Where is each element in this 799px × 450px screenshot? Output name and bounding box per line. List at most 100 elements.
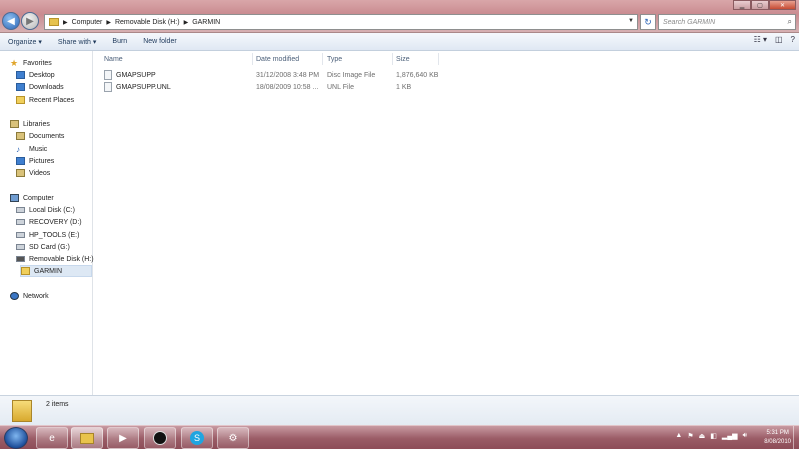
- taskbar-skype[interactable]: S: [181, 427, 213, 449]
- preview-pane-icon[interactable]: ◫: [775, 35, 783, 44]
- close-button[interactable]: ✕: [769, 0, 796, 10]
- start-button[interactable]: [4, 427, 28, 449]
- nav-documents[interactable]: Documents: [16, 130, 64, 142]
- disc-image-icon: [104, 70, 112, 80]
- videos-icon: [16, 169, 25, 177]
- item-count: 2 items: [46, 401, 69, 408]
- search-input[interactable]: Search GARMIN ⌕: [658, 14, 796, 30]
- address-dropdown-icon[interactable]: ▼: [628, 18, 634, 24]
- share-with-button[interactable]: Share with ▾: [50, 38, 105, 46]
- organize-button[interactable]: Organize ▾: [0, 38, 50, 46]
- maximize-button[interactable]: ▢: [751, 0, 769, 10]
- folder-icon: [12, 400, 32, 422]
- view-controls: ☷ ▾ ◫ ?: [754, 35, 795, 44]
- nav-favorites[interactable]: ★ Favorites: [10, 57, 52, 69]
- chevron-right-icon[interactable]: ▶: [106, 19, 111, 26]
- network-signal-icon[interactable]: ▂▄▆: [722, 432, 738, 440]
- nav-libraries[interactable]: Libraries: [10, 118, 50, 130]
- nav-garmin[interactable]: GARMIN: [20, 265, 92, 277]
- breadcrumb-garmin[interactable]: GARMIN: [192, 19, 220, 26]
- usb-drive-icon: [16, 256, 25, 262]
- window-controls: ▁ ▢ ✕: [733, 0, 796, 10]
- nav-pictures[interactable]: Pictures: [16, 155, 54, 167]
- chevron-right-icon[interactable]: ▶: [184, 19, 189, 26]
- nav-label: Network: [23, 292, 49, 300]
- refresh-button[interactable]: ↻: [640, 14, 656, 30]
- hard-drive-icon: [16, 207, 25, 213]
- search-icon[interactable]: ⌕: [788, 17, 792, 27]
- details-pane: 2 items: [0, 395, 799, 425]
- column-header-date[interactable]: Date modified: [256, 53, 299, 65]
- views-icon[interactable]: ☷ ▾: [754, 35, 767, 44]
- navigation-pane: ★ Favorites Desktop Downloads Recent Plac…: [0, 51, 94, 395]
- action-center-icon[interactable]: ⚑: [687, 432, 693, 440]
- title-bar: ◀ ▶ ▶ Computer ▶ Removable Disk (H:) ▶ G…: [0, 0, 799, 33]
- taskbar-app[interactable]: ⚙: [217, 427, 249, 449]
- column-divider[interactable]: [438, 53, 439, 65]
- nav-network[interactable]: Network: [10, 290, 49, 302]
- taskbar: e ▶ S ⚙ ▲ ⚑ ⏏ ◧ ▂▄▆ 🔊︎ 5:31 PM 8/08/2010: [0, 425, 799, 450]
- internet-explorer-icon: e: [49, 432, 55, 444]
- nav-label: Favorites: [23, 59, 52, 67]
- nav-label: GARMIN: [34, 267, 62, 275]
- new-folder-button[interactable]: New folder: [135, 38, 184, 45]
- nav-desktop[interactable]: Desktop: [16, 69, 55, 81]
- file-name: GMAPSUPP: [116, 71, 156, 79]
- nav-removable-disk[interactable]: Removable Disk (H:): [16, 253, 94, 265]
- computer-icon: [10, 194, 19, 202]
- taskbar-media-player[interactable]: ▶: [107, 427, 139, 449]
- column-divider[interactable]: [322, 53, 323, 65]
- column-header-size[interactable]: Size: [396, 53, 410, 65]
- libraries-icon: [10, 120, 19, 128]
- column-divider[interactable]: [252, 53, 253, 65]
- nav-computer[interactable]: Computer: [10, 192, 54, 204]
- taskbar-internet-explorer[interactable]: e: [36, 427, 68, 449]
- nav-downloads[interactable]: Downloads: [16, 81, 64, 93]
- clock[interactable]: 5:31 PM 8/08/2010: [764, 429, 791, 447]
- volume-icon[interactable]: 🔊︎: [743, 432, 747, 440]
- file-date: 18/08/2009 10:58 ...: [256, 83, 319, 91]
- documents-icon: [16, 132, 25, 140]
- refresh-icon: ↻: [644, 16, 652, 27]
- nav-videos[interactable]: Videos: [16, 167, 50, 179]
- back-button[interactable]: ◀: [2, 12, 20, 30]
- network-icon: [10, 292, 19, 300]
- skype-icon: S: [190, 431, 204, 445]
- column-header-name[interactable]: Name: [104, 53, 123, 65]
- table-row[interactable]: GMAPSUPP 31/12/2008 3:48 PM Disc Image F…: [94, 69, 444, 81]
- nav-label: Documents: [29, 132, 65, 140]
- folder-icon: [49, 18, 59, 26]
- folder-icon: [80, 432, 94, 444]
- nav-label: Videos: [29, 169, 51, 177]
- nav-local-disk[interactable]: Local Disk (C:): [16, 204, 75, 216]
- table-row[interactable]: GMAPSUPP.UNL 18/08/2009 10:58 ... UNL Fi…: [94, 81, 444, 93]
- show-hidden-icons-icon[interactable]: ▲: [675, 432, 682, 440]
- address-bar[interactable]: ▶ Computer ▶ Removable Disk (H:) ▶ GARMI…: [44, 14, 638, 30]
- file-icon: [104, 82, 112, 92]
- pictures-icon: [16, 157, 25, 165]
- breadcrumb-computer[interactable]: Computer: [72, 19, 103, 26]
- burn-button[interactable]: Burn: [104, 38, 135, 45]
- nav-hp-tools[interactable]: HP_TOOLS (E:): [16, 229, 79, 241]
- minimize-button[interactable]: ▁: [733, 0, 751, 10]
- breadcrumb-removable-disk[interactable]: Removable Disk (H:): [115, 19, 180, 26]
- app-tray-icon[interactable]: ◧: [710, 432, 717, 440]
- desktop-icon: [16, 71, 25, 79]
- show-desktop-button[interactable]: [793, 426, 799, 450]
- chevron-right-icon[interactable]: ▶: [63, 19, 68, 26]
- nav-recovery[interactable]: RECOVERY (D:): [16, 216, 82, 228]
- help-icon[interactable]: ?: [791, 35, 795, 44]
- column-header-type[interactable]: Type: [327, 53, 342, 65]
- nav-sd-card[interactable]: SD Card (G:): [16, 241, 70, 253]
- folder-icon: [21, 267, 30, 275]
- forward-button[interactable]: ▶: [21, 12, 39, 30]
- breadcrumb: Computer ▶ Removable Disk (H:) ▶ GARMIN: [72, 19, 221, 26]
- nav-music[interactable]: ♪ Music: [16, 143, 47, 155]
- file-type: UNL File: [327, 83, 354, 91]
- taskbar-hp[interactable]: [144, 427, 176, 449]
- column-divider[interactable]: [392, 53, 393, 65]
- nav-recent-places[interactable]: Recent Places: [16, 94, 74, 106]
- taskbar-explorer[interactable]: [71, 427, 103, 449]
- file-size: 1,876,640 KB: [396, 71, 439, 79]
- safely-remove-icon[interactable]: ⏏: [699, 432, 706, 440]
